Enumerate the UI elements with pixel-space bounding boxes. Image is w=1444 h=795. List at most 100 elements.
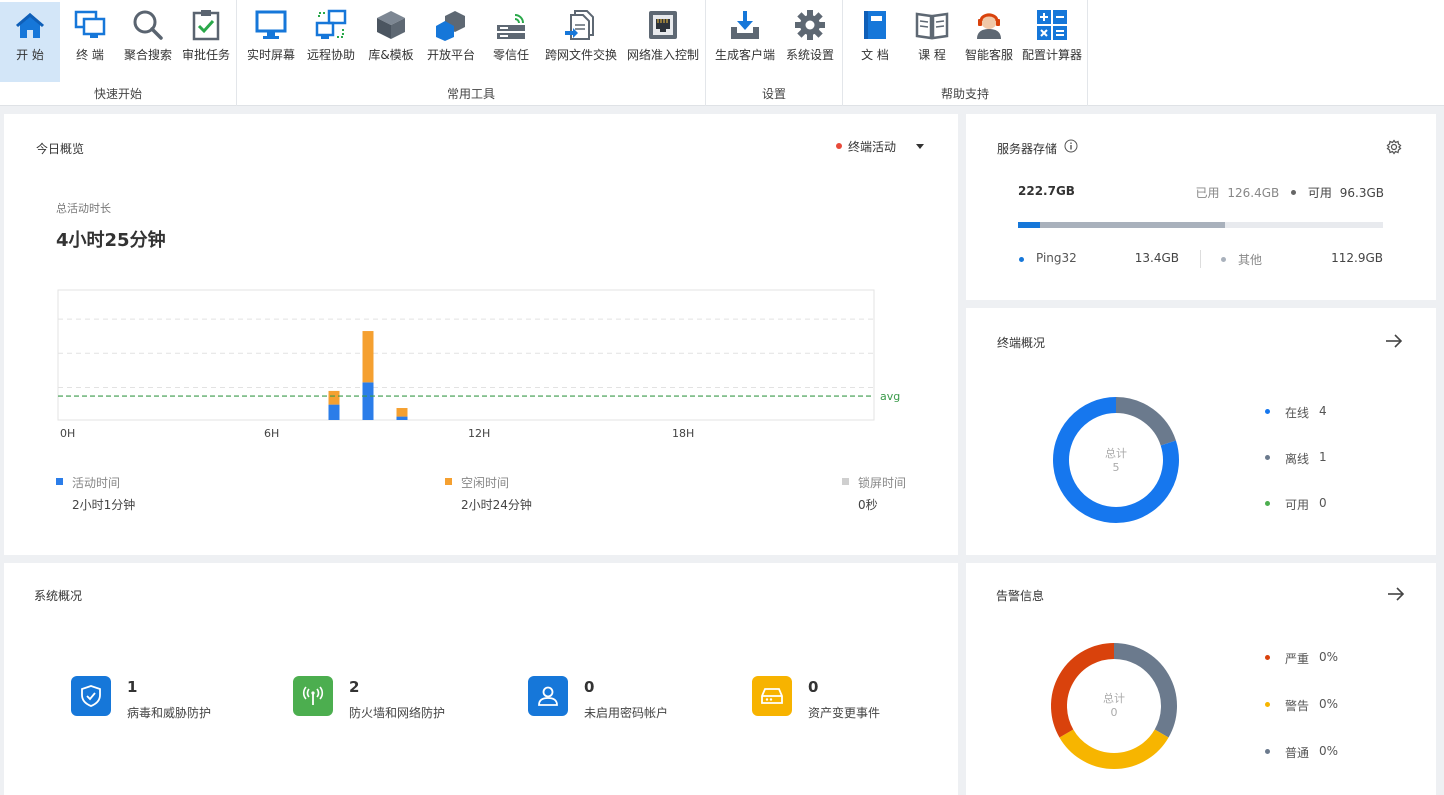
separator-dot bbox=[1291, 190, 1297, 195]
activity-filter-dropdown[interactable]: 终端活动 bbox=[834, 138, 934, 156]
tool-remote-assist[interactable]: 远程协助 bbox=[301, 2, 361, 82]
x-tick-label: 0H bbox=[60, 427, 75, 440]
today-overview-card: 今日概览 终端活动 总活动时长 4小时25分钟 avg 0H 6H 12H 18H 活动… bbox=[4, 114, 958, 555]
activity-bar-chart: avg 0H 6H 12H 18H bbox=[57, 289, 900, 440]
legend-value: 0% bbox=[1319, 650, 1339, 664]
wireless-antenna-icon bbox=[293, 676, 333, 716]
used-label: 已用 bbox=[1195, 186, 1220, 200]
hard-drive-icon bbox=[752, 676, 792, 716]
donut-segment bbox=[1115, 397, 1176, 446]
tool-approval[interactable]: 审批任务 bbox=[178, 2, 234, 82]
system-item-count: 1 bbox=[127, 678, 138, 696]
legend-name: 在线 bbox=[1285, 406, 1310, 420]
tool-terminal[interactable]: 终 端 bbox=[62, 2, 118, 82]
x-tick-label: 18H bbox=[672, 427, 694, 440]
system-item-virus[interactable]: 1 病毒和威胁防护 bbox=[71, 676, 271, 724]
legend-value: 2小时1分钟 bbox=[72, 498, 136, 512]
legend-lock: 锁屏时间 0秒 bbox=[842, 474, 942, 518]
system-item-count: 0 bbox=[808, 678, 819, 696]
storage-other-item: 其他 112.9GB bbox=[1220, 251, 1384, 269]
legend-offline: 离线 1 bbox=[1265, 450, 1345, 468]
free-value: 96.3GB bbox=[1339, 186, 1384, 200]
legend-dot bbox=[1019, 257, 1024, 262]
terminal-overview-card: 终端概况 总计 5 在线 4 离线 1 可用 0 bbox=[966, 308, 1436, 555]
tool-system-settings[interactable]: 系统设置 bbox=[780, 2, 840, 82]
storage-usage-summary: 已用 126.4GB 可用 96.3GB bbox=[1196, 184, 1384, 201]
tool-docs[interactable]: 文 档 bbox=[847, 2, 903, 82]
router-icon bbox=[494, 8, 528, 42]
tool-open-platform[interactable]: 开放平台 bbox=[421, 2, 481, 82]
legend-value: 0秒 bbox=[858, 498, 878, 512]
bar-segment bbox=[328, 390, 340, 405]
legend-name: 活动时间 bbox=[72, 476, 121, 490]
tool-file-exchange[interactable]: 跨网文件交换 bbox=[541, 2, 621, 82]
legend-name: 警告 bbox=[1285, 699, 1310, 713]
legend-dot bbox=[1221, 257, 1226, 262]
storage-bar-used bbox=[1018, 222, 1226, 228]
arrow-right-icon[interactable] bbox=[1385, 334, 1403, 348]
system-item-firewall[interactable]: 2 防火墙和网络防护 bbox=[293, 676, 493, 724]
user-icon bbox=[528, 676, 568, 716]
storage-total: 222.7GB bbox=[1018, 184, 1075, 198]
tool-library[interactable]: 库&模板 bbox=[361, 2, 421, 82]
legend-dot bbox=[1265, 409, 1270, 414]
legend-value: 4 bbox=[1319, 404, 1327, 418]
system-item-no-password[interactable]: 0 未启用密码帐户 bbox=[528, 676, 728, 724]
tool-nac[interactable]: 网络准入控制 bbox=[623, 2, 703, 82]
system-item-asset-change[interactable]: 0 资产变更事件 bbox=[752, 676, 952, 724]
cube-icon bbox=[374, 8, 408, 42]
bar-segment bbox=[362, 331, 374, 383]
tool-label: 实时屏幕 bbox=[246, 48, 295, 62]
tool-search[interactable]: 聚合搜索 bbox=[118, 2, 178, 82]
legend-name: 可用 bbox=[1285, 498, 1310, 512]
legend-online: 在线 4 bbox=[1265, 404, 1345, 422]
storage-bar-ping32 bbox=[1018, 222, 1040, 228]
legend-critical: 严重 0% bbox=[1265, 650, 1355, 668]
tool-label: 零信任 bbox=[492, 48, 529, 62]
tool-label: 系统设置 bbox=[785, 48, 834, 62]
legend-value: 0 bbox=[1319, 496, 1327, 510]
legend-name: 空闲时间 bbox=[461, 476, 510, 490]
card-title: 终端概况 bbox=[997, 336, 1046, 350]
tool-zero-trust[interactable]: 零信任 bbox=[481, 2, 541, 82]
legend-name: 离线 bbox=[1285, 452, 1310, 466]
info-icon[interactable] bbox=[1064, 139, 1078, 153]
tool-smart-service[interactable]: 智能客服 bbox=[959, 2, 1019, 82]
group-help: 文 档 课 程 智能客服 配置计算器 帮助支持 bbox=[843, 0, 1088, 106]
tool-config-calculator[interactable]: 配置计算器 bbox=[1019, 2, 1085, 82]
tool-generate-client[interactable]: 生成客户端 bbox=[710, 2, 780, 82]
donut-center-label: 总计 bbox=[1105, 447, 1127, 460]
card-title: 今日概览 bbox=[36, 142, 85, 156]
legend-name: 严重 bbox=[1285, 652, 1310, 666]
tool-start[interactable]: 开 始 bbox=[0, 2, 60, 82]
storage-bar bbox=[1018, 222, 1383, 228]
tool-courses[interactable]: 课 程 bbox=[903, 2, 961, 82]
group-label: 快速开始 bbox=[93, 87, 142, 101]
tool-label: 网络准入控制 bbox=[626, 48, 699, 62]
tool-label: 配置计算器 bbox=[1021, 48, 1082, 62]
legend-swatch bbox=[842, 478, 849, 485]
terminal-monitor-icon bbox=[73, 8, 107, 42]
caret-down-icon bbox=[916, 144, 924, 149]
tool-label: 生成客户端 bbox=[714, 48, 775, 62]
legend-available: 可用 0 bbox=[1265, 496, 1345, 514]
ping32-label: Ping32 bbox=[1036, 251, 1077, 265]
group-label: 设置 bbox=[761, 87, 786, 101]
tool-live-screen[interactable]: 实时屏幕 bbox=[241, 2, 301, 82]
tool-label: 远程协助 bbox=[306, 48, 355, 62]
arrow-right-icon[interactable] bbox=[1387, 587, 1405, 601]
legend-dot bbox=[1265, 702, 1270, 707]
tool-label: 文 档 bbox=[861, 48, 889, 62]
tool-label: 跨网文件交换 bbox=[544, 48, 617, 62]
tool-label: 审批任务 bbox=[181, 48, 230, 62]
legend-value: 2小时24分钟 bbox=[461, 498, 532, 512]
legend-swatch bbox=[445, 478, 452, 485]
gear-icon bbox=[793, 8, 827, 42]
tool-label: 聚合搜索 bbox=[123, 48, 172, 62]
legend-name: 普通 bbox=[1285, 746, 1310, 760]
settings-gear-icon[interactable] bbox=[1386, 139, 1402, 155]
system-item-label: 病毒和威胁防护 bbox=[127, 706, 212, 720]
book-icon bbox=[858, 8, 892, 42]
bar-segment bbox=[396, 416, 408, 420]
bar-segment bbox=[328, 404, 340, 420]
